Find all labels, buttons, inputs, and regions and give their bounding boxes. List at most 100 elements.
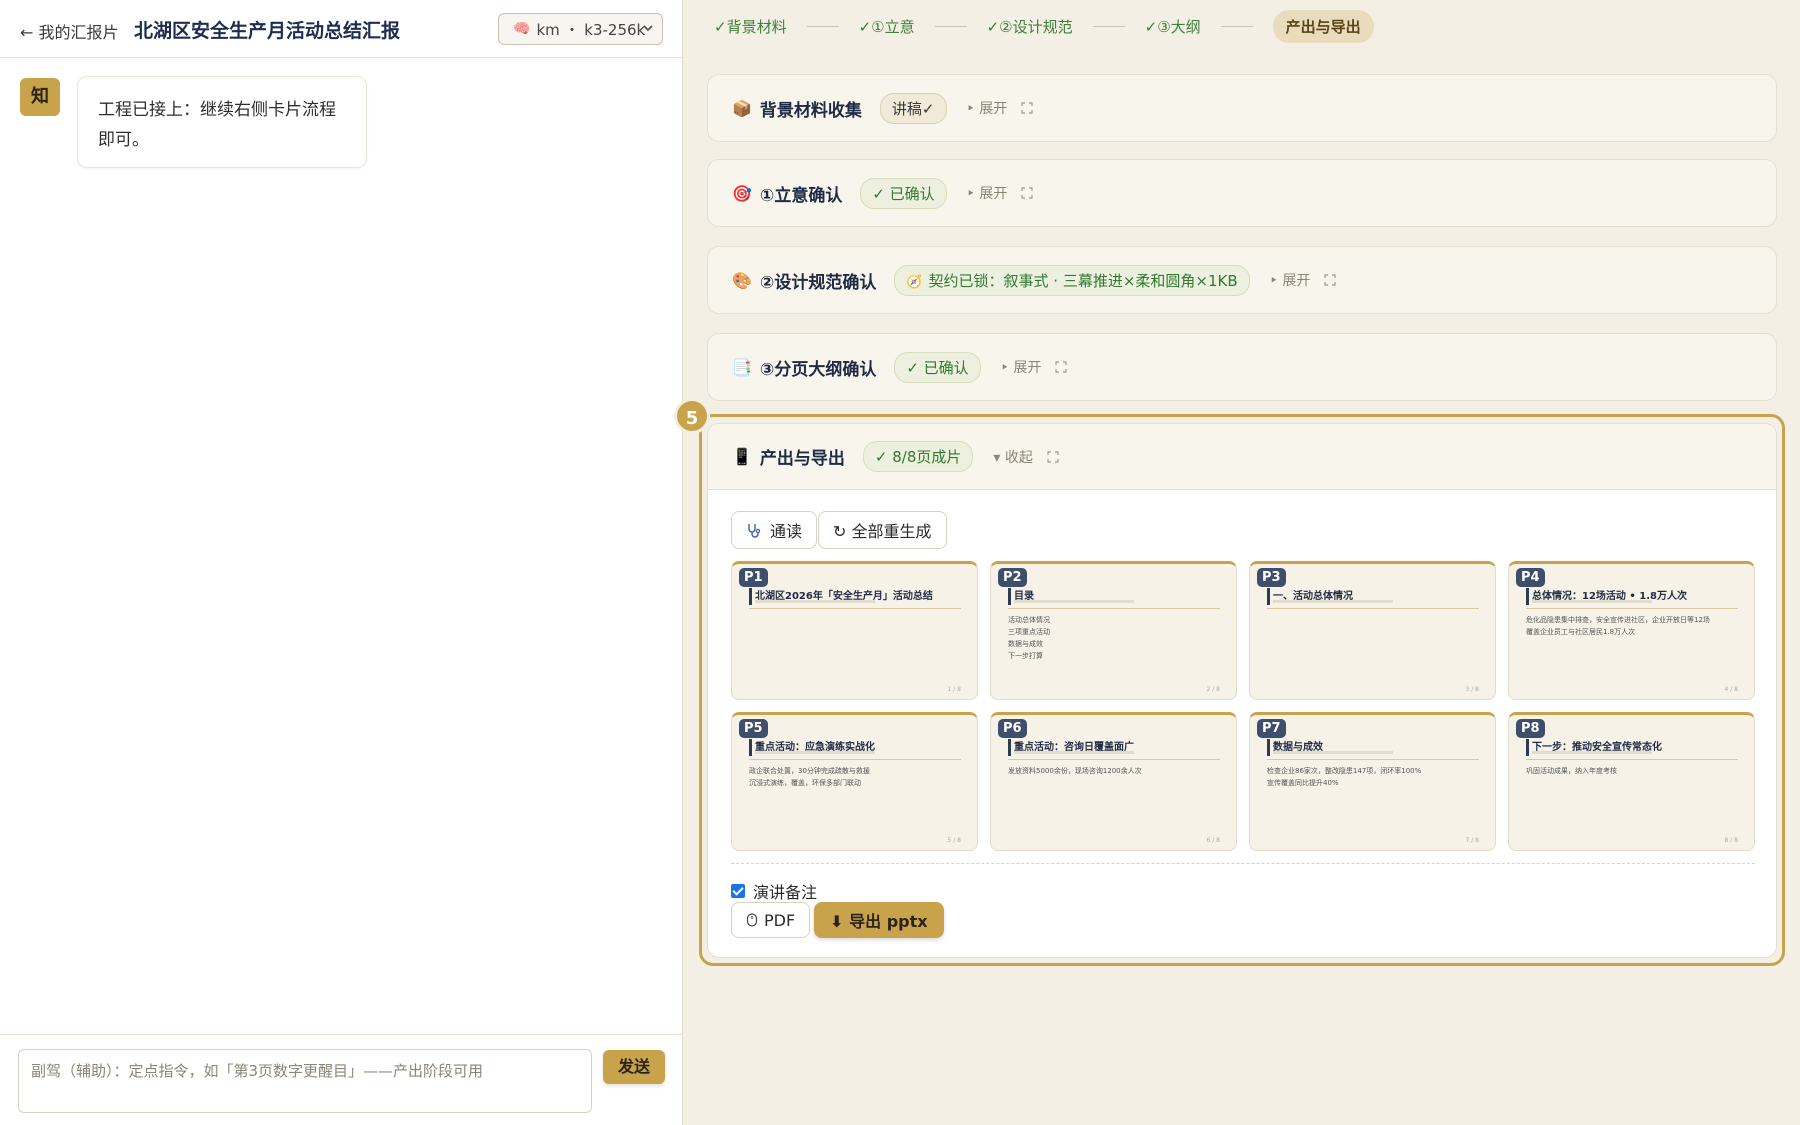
expand-toggle[interactable]: ‣ 展开: [967, 98, 1008, 118]
export-pdf-button[interactable]: PDF: [731, 902, 811, 938]
slide-line: 数据与成效: [1008, 640, 1043, 648]
card-outline[interactable]: 📑 ③分页大纲确认 ✓ 已确认 ‣ 展开: [707, 333, 1777, 401]
slide-line: 检查企业86家次，整改隐患147项，闭环率100%: [1267, 767, 1422, 775]
assistant-avatar: 知: [20, 78, 60, 116]
expand-toggle[interactable]: ‣ 展开: [1270, 270, 1311, 290]
slide-line: 巩固活动成果，纳入年度考核: [1526, 767, 1617, 775]
step-background[interactable]: ✓背景材料: [714, 16, 787, 37]
step-design-spec[interactable]: ✓②设计规范: [987, 16, 1073, 37]
card-header[interactable]: 📱 产出与导出 ✓ 8/8页成片 ▾ 收起: [708, 424, 1776, 490]
title-accent: [749, 588, 752, 605]
read-through-label: 通读: [770, 522, 803, 541]
step-connector: [806, 25, 839, 27]
slide-thumb-p8[interactable]: P8 下一步：推动安全宣传常态化 巩固活动成果，纳入年度考核 8 / 8: [1508, 712, 1755, 851]
fullscreen-icon[interactable]: [1047, 450, 1059, 463]
slide-thumb-p2[interactable]: P2 目录 活动总体情况 三项重点活动 数据与成效 下一步打算 2 / 8: [990, 561, 1237, 700]
slide-line: 宣传覆盖同比提升40%: [1267, 779, 1339, 787]
export-pptx-button[interactable]: ⬇ 导出 pptx: [814, 902, 944, 938]
speaker-notes-checkbox[interactable]: [731, 884, 745, 898]
read-through-button[interactable]: 通读: [731, 511, 818, 549]
slide-thumb-p6[interactable]: P6 重点活动：咨询日覆盖面广 发放资料5000余份，现场咨询1200余人次 6…: [990, 712, 1237, 851]
title-accent: [1526, 739, 1529, 756]
chat-message-line: 即可。: [98, 130, 149, 150]
slide-body: 检查企业86家次，整改隐患147项，闭环率100% 宣传覆盖同比提升40%: [1267, 765, 1421, 789]
status-badge: ✓ 已确认: [860, 177, 947, 209]
title-rule: [1267, 608, 1479, 609]
chat-message-line: 工程已接上：继续右侧卡片流程: [98, 100, 336, 120]
card-intent[interactable]: 🎯 ①立意确认 ✓ 已确认 ‣ 展开: [707, 159, 1777, 227]
step-output[interactable]: 产出与导出: [1272, 9, 1374, 43]
slide-body: 巩固活动成果，纳入年度考核: [1526, 765, 1617, 777]
chat-pane: ← 我的汇报片 北湖区安全生产月活动总结汇报 🧠 km ・ k3-256k 知 …: [0, 0, 683, 1125]
chat-input[interactable]: 副驾（辅助）：定点指令，如「第3页数字更醒目」——产出阶段可用: [18, 1049, 592, 1113]
doc-title: 北湖区安全生产月活动总结汇报: [134, 20, 401, 42]
slide-number: P6: [998, 719, 1027, 738]
status-badge: 讲稿✓: [879, 92, 947, 124]
title-accent: [1267, 588, 1270, 605]
page-indicator: 6 / 8: [1206, 837, 1220, 844]
slide-thumb-p4[interactable]: P4 总体情况：12场活动 • 1.8万人次 危化品隐患集中排查，安全宣传进社区…: [1508, 561, 1755, 700]
card-title: ①立意确认: [759, 185, 843, 206]
brain-icon: 🧠: [513, 21, 531, 37]
workflow-pane: ✓背景材料 ✓①立意 ✓②设计规范 ✓③大纲 产出与导出 📦 背景材料收集 讲稿…: [674, 0, 1800, 1125]
title-accent: [1526, 588, 1529, 605]
slide-number: P8: [1516, 719, 1545, 738]
page-indicator: 7 / 8: [1465, 837, 1479, 844]
send-button[interactable]: 发送: [603, 1050, 665, 1084]
slide-thumb-p3[interactable]: P3 一、活动总体情况 3 / 8: [1249, 561, 1496, 700]
speaker-notes-option[interactable]: 演讲备注: [731, 879, 817, 903]
title-accent: [1008, 588, 1011, 605]
slide-number: P7: [1257, 719, 1286, 738]
slide-line: 活动总体情况: [1008, 616, 1050, 624]
compass-icon: 🧭: [906, 274, 923, 290]
slide-number: P1: [739, 568, 768, 587]
speaker-notes-label: 演讲备注: [753, 883, 818, 902]
fullscreen-icon[interactable]: [1021, 102, 1033, 114]
chat-header: ← 我的汇报片 北湖区安全生产月活动总结汇报 🧠 km ・ k3-256k: [0, 0, 682, 58]
target-icon: 🎯: [732, 183, 752, 203]
back-link[interactable]: ← 我的汇报片: [20, 19, 119, 43]
expand-toggle[interactable]: ‣ 展开: [967, 183, 1008, 203]
card-background[interactable]: 📦 背景材料收集 讲稿✓ ‣ 展开: [707, 74, 1777, 142]
step-outline[interactable]: ✓③大纲: [1145, 16, 1201, 37]
subtitle-placeholder: [1532, 600, 1652, 603]
card-output: 📱 产出与导出 ✓ 8/8页成片 ▾ 收起 通读 ↻ 全部重生成 P1 北湖区2…: [707, 423, 1777, 958]
title-rule: [749, 608, 961, 609]
step-connector: [1220, 25, 1253, 27]
page-indicator: 3 / 8: [1465, 686, 1479, 693]
title-accent: [1267, 739, 1270, 756]
card-title: 产出与导出: [759, 449, 845, 469]
fullscreen-icon[interactable]: [1055, 361, 1067, 373]
title-accent: [749, 739, 752, 756]
slide-thumb-p1[interactable]: P1 北湖区2026年「安全生产月」活动总结 1 / 8: [731, 561, 978, 700]
slide-thumb-p7[interactable]: P7 数据与成效 检查企业86家次，整改隐患147项，闭环率100% 宣传覆盖同…: [1249, 712, 1496, 851]
page-indicator: 5 / 8: [947, 837, 961, 844]
toolbar: 通读 ↻ 全部重生成: [731, 511, 948, 549]
fullscreen-icon[interactable]: [1324, 274, 1336, 286]
subtitle-placeholder: [1014, 751, 1134, 754]
page-indicator: 2 / 8: [1206, 686, 1220, 693]
outline-icon: 📑: [732, 357, 752, 377]
model-label: km ・ k3-256k: [536, 20, 646, 39]
status-badge: 🧭 契约已锁：叙事式 · 三幕推进×柔和圆角×1KB: [894, 264, 1250, 296]
chat-message: 工程已接上：继续右侧卡片流程 即可。: [77, 76, 367, 168]
palette-icon: 🎨: [732, 270, 752, 290]
card-title: 背景材料收集: [759, 100, 862, 121]
card-design-spec[interactable]: 🎨 ②设计规范确认 🧭 契约已锁：叙事式 · 三幕推进×柔和圆角×1KB ‣ 展开: [707, 246, 1777, 314]
fullscreen-icon[interactable]: [1021, 187, 1033, 199]
slide-line: 沉浸式演练，覆盖，环保多部门联动: [749, 779, 861, 787]
regenerate-all-button[interactable]: ↻ 全部重生成: [818, 511, 947, 549]
model-select[interactable]: 🧠 km ・ k3-256k: [498, 13, 663, 45]
title-rule: [749, 759, 961, 760]
subtitle-placeholder: [755, 751, 875, 754]
status-badge-text: 契约已锁：叙事式 · 三幕推进×柔和圆角×1KB: [928, 271, 1238, 290]
collapse-toggle[interactable]: ▾ 收起: [993, 447, 1032, 467]
step-intent[interactable]: ✓①立意: [859, 16, 915, 37]
export-pdf-label: PDF: [764, 910, 796, 930]
slide-thumb-p5[interactable]: P5 重点活动：应急演练实战化 政企联合处置，30分钟完成疏散与救援 沉浸式演练…: [731, 712, 978, 851]
slide-body: 危化品隐患集中排查，安全宣传进社区，企业开放日等12场 覆盖企业员工与社区居民1…: [1526, 614, 1710, 638]
expand-toggle[interactable]: ‣ 展开: [1001, 357, 1042, 377]
subtitle-placeholder: [1014, 600, 1134, 603]
title-rule: [1008, 608, 1220, 609]
chat-footer: 副驾（辅助）：定点指令，如「第3页数字更醒目」——产出阶段可用 发送: [0, 1034, 683, 1125]
